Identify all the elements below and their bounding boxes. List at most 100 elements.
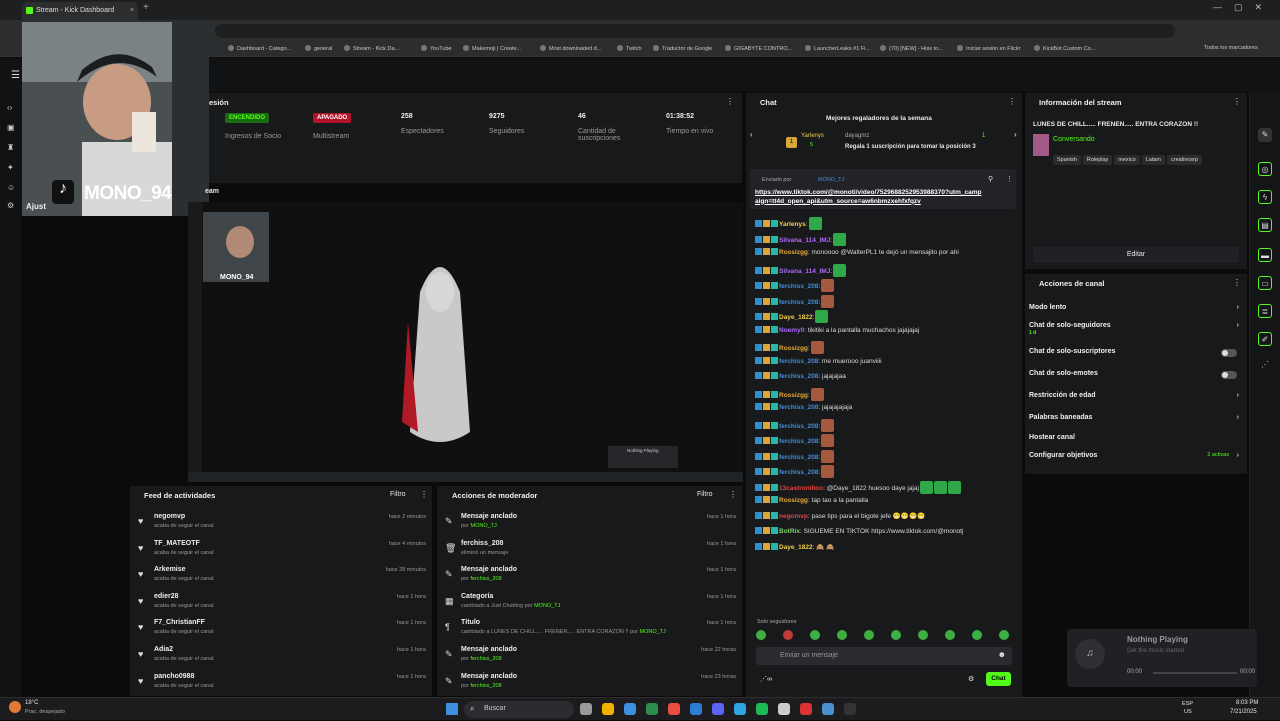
emote-shortcut[interactable] bbox=[783, 630, 793, 640]
mod-detail-user[interactable]: MONO_TJ bbox=[640, 629, 666, 635]
feed-row[interactable]: ♥ pancho0988 acaba de seguir el canal hace … bbox=[130, 672, 432, 698]
chat-username[interactable]: Noemy0 bbox=[779, 327, 804, 334]
pinned-more-icon[interactable]: ⋮ bbox=[1006, 175, 1013, 183]
mod-row[interactable]: ✎ Mensaje anclado por MONO_TJ hace 1 hora bbox=[437, 512, 742, 538]
feed-row[interactable]: ♥ negomvp acaba de seguir el canal hace 2 m… bbox=[130, 512, 432, 538]
taskbar-app-icon[interactable] bbox=[690, 703, 702, 715]
taskbar-app-icon[interactable] bbox=[646, 703, 658, 715]
chat-send-button[interactable]: Chat bbox=[986, 672, 1011, 686]
taskbar-app-icon[interactable] bbox=[822, 703, 834, 715]
chat-username[interactable]: ferchiss_208 bbox=[779, 358, 818, 365]
mod-row[interactable]: ✎ Mensaje anclado por ferchiss_208 hace 1 h… bbox=[437, 565, 742, 591]
browser-tab[interactable]: Stream - Kick Dashboard × bbox=[22, 2, 138, 20]
action-row[interactable]: Restricción de edad › bbox=[1029, 392, 1243, 399]
settings-label[interactable]: Ajust bbox=[26, 202, 46, 211]
stream-tag[interactable]: creativosrp bbox=[1167, 155, 1202, 165]
feed-username[interactable]: edier28 bbox=[154, 593, 179, 600]
list-icon[interactable]: ≣ bbox=[1258, 304, 1272, 318]
chat-username[interactable]: ferchiss_208 bbox=[779, 299, 818, 306]
chat-username[interactable]: ferchiss_208 bbox=[779, 373, 818, 380]
status-badge[interactable]: ENCENDIDO bbox=[225, 113, 270, 123]
mod-detail-user[interactable]: MONO_TJ bbox=[534, 603, 560, 609]
taskbar-app-icon[interactable] bbox=[668, 703, 680, 715]
wrench-icon[interactable]: ✐ bbox=[1258, 332, 1272, 346]
next-arrow-icon[interactable]: › bbox=[1014, 130, 1017, 139]
bookmark-item[interactable]: Twitch bbox=[617, 45, 642, 52]
mod-row[interactable]: ¶ Título cambiado a LUNES DE CHILL..... FR… bbox=[437, 618, 742, 644]
more-icon[interactable]: ⋮ bbox=[726, 97, 734, 106]
dashboard-icon[interactable]: ▣ bbox=[7, 124, 15, 132]
stream-tag[interactable]: Latam bbox=[1141, 155, 1166, 165]
chat-username[interactable]: ferchiss_208 bbox=[779, 404, 818, 411]
chat-username[interactable]: Daye_1822 bbox=[779, 544, 813, 551]
windows-start-icon[interactable] bbox=[446, 703, 458, 715]
community-icon[interactable]: ✦ bbox=[7, 164, 15, 172]
trophy-icon[interactable]: ♜ bbox=[7, 144, 15, 152]
feed-row[interactable]: ♥ Arkemise acaba de seguir el canal hace 28… bbox=[130, 565, 432, 591]
bookmark-item[interactable]: Traductor de Google bbox=[653, 45, 712, 52]
chat-username[interactable]: negomvp bbox=[779, 513, 808, 520]
bookmark-item[interactable]: GIGABYTE CONTRO... bbox=[725, 45, 792, 52]
lang-code[interactable]: ESP bbox=[1182, 701, 1193, 707]
chat-username[interactable]: Rossizgg bbox=[779, 249, 808, 256]
chat-username[interactable]: Yarlenys bbox=[779, 221, 806, 228]
emote-shortcut[interactable] bbox=[756, 630, 766, 640]
action-row[interactable]: Palabras baneadas › bbox=[1029, 414, 1243, 421]
status-badge[interactable]: APAGADO bbox=[313, 113, 352, 123]
chat-username[interactable]: Rossizgg bbox=[779, 497, 808, 504]
all-bookmarks[interactable]: Todos los marcadores bbox=[1204, 45, 1258, 51]
emote-shortcut[interactable] bbox=[999, 630, 1009, 640]
chat-bubble-icon[interactable]: ▬ bbox=[1258, 248, 1272, 262]
mod-row[interactable]: ▦ Categoría cambiado a Just Chatting por M… bbox=[437, 592, 742, 618]
users-icon[interactable]: ☺ bbox=[7, 184, 15, 192]
bookmark-item[interactable]: YouTube bbox=[421, 45, 452, 52]
target-icon[interactable]: ◎ bbox=[1258, 162, 1272, 176]
taskbar-app-icon[interactable] bbox=[756, 703, 768, 715]
chat-tools-icon[interactable]: ⋰∞ bbox=[760, 675, 772, 683]
bookmark-item[interactable]: LauncherLeaks #1 Fi... bbox=[805, 45, 870, 52]
bookmark-item[interactable]: (70) [NEW] - How to... bbox=[880, 45, 943, 52]
feed-filter-button[interactable]: Filtro bbox=[390, 491, 406, 498]
emote-shortcut[interactable] bbox=[945, 630, 955, 640]
mod-detail-user[interactable]: ferchiss_208 bbox=[470, 683, 501, 689]
emote-shortcut[interactable] bbox=[810, 630, 820, 640]
feed-row[interactable]: ♥ edier28 acaba de seguir el canal hace 1 h… bbox=[130, 592, 432, 618]
taskbar-app-icon[interactable] bbox=[712, 703, 724, 715]
url-field[interactable] bbox=[215, 24, 1175, 38]
panel-icon[interactable]: ▭ bbox=[1258, 276, 1272, 290]
mod-more-icon[interactable]: ⋮ bbox=[729, 490, 737, 499]
chat-username[interactable]: Silvana_114_IMJ bbox=[779, 237, 830, 244]
action-row[interactable]: Chat de solo-seguidores 1 d › bbox=[1029, 322, 1243, 336]
chat-username[interactable]: ferchiss_208 bbox=[779, 283, 818, 290]
feed-username[interactable]: TF_MATEOTF bbox=[154, 540, 200, 547]
emote-shortcut[interactable] bbox=[972, 630, 982, 640]
nodes-icon[interactable]: ⋰ bbox=[1258, 358, 1272, 372]
emote-shortcut[interactable] bbox=[864, 630, 874, 640]
emote-shortcut[interactable] bbox=[837, 630, 847, 640]
feed-row[interactable]: ♥ F7_ChristianFF acaba de seguir el canal h… bbox=[130, 618, 432, 644]
chat-username[interactable]: Rossizgg bbox=[779, 345, 808, 352]
actions-more-icon[interactable]: ⋮ bbox=[1233, 278, 1241, 287]
feed-username[interactable]: Arkemise bbox=[154, 566, 186, 573]
feed-username[interactable]: Adia2 bbox=[154, 646, 173, 653]
edit-button[interactable]: Editar bbox=[1033, 247, 1239, 263]
action-row[interactable]: Configurar objetivos 2 activas › bbox=[1029, 452, 1243, 459]
clipboard-icon[interactable]: ▤ bbox=[1258, 218, 1272, 232]
feed-username[interactable]: negomvp bbox=[154, 513, 185, 520]
action-row[interactable]: Modo lento › bbox=[1029, 304, 1243, 311]
clock-time[interactable]: 8:03 PM bbox=[1236, 700, 1258, 706]
taskbar-app-icon[interactable] bbox=[778, 703, 790, 715]
feed-row[interactable]: ♥ TF_MATEOTF acaba de seguir el canal hace … bbox=[130, 539, 432, 565]
close-icon[interactable]: × bbox=[130, 2, 134, 20]
feed-row[interactable]: ♥ Adia2 acaba de seguir el canal hace 1 hor… bbox=[130, 645, 432, 671]
chat-username[interactable]: 13castronilloo bbox=[779, 485, 823, 492]
bolt-icon[interactable]: ϟ bbox=[1258, 190, 1272, 204]
chat-input-field[interactable]: Enviar un mensaje ☻ bbox=[756, 647, 1012, 665]
chat-username[interactable]: ferchiss_208 bbox=[779, 423, 818, 430]
bookmark-item[interactable]: Stream - Kick Da... bbox=[344, 45, 399, 52]
chat-settings-icon[interactable]: ⚙ bbox=[968, 675, 974, 683]
mod-detail-user[interactable]: ferchiss_208 bbox=[470, 576, 501, 582]
chat-username[interactable]: Daye_1822 bbox=[779, 314, 813, 321]
taskbar-search[interactable]: ⌕ Buscar bbox=[464, 701, 574, 718]
prev-arrow-icon[interactable]: ‹ bbox=[750, 130, 753, 139]
